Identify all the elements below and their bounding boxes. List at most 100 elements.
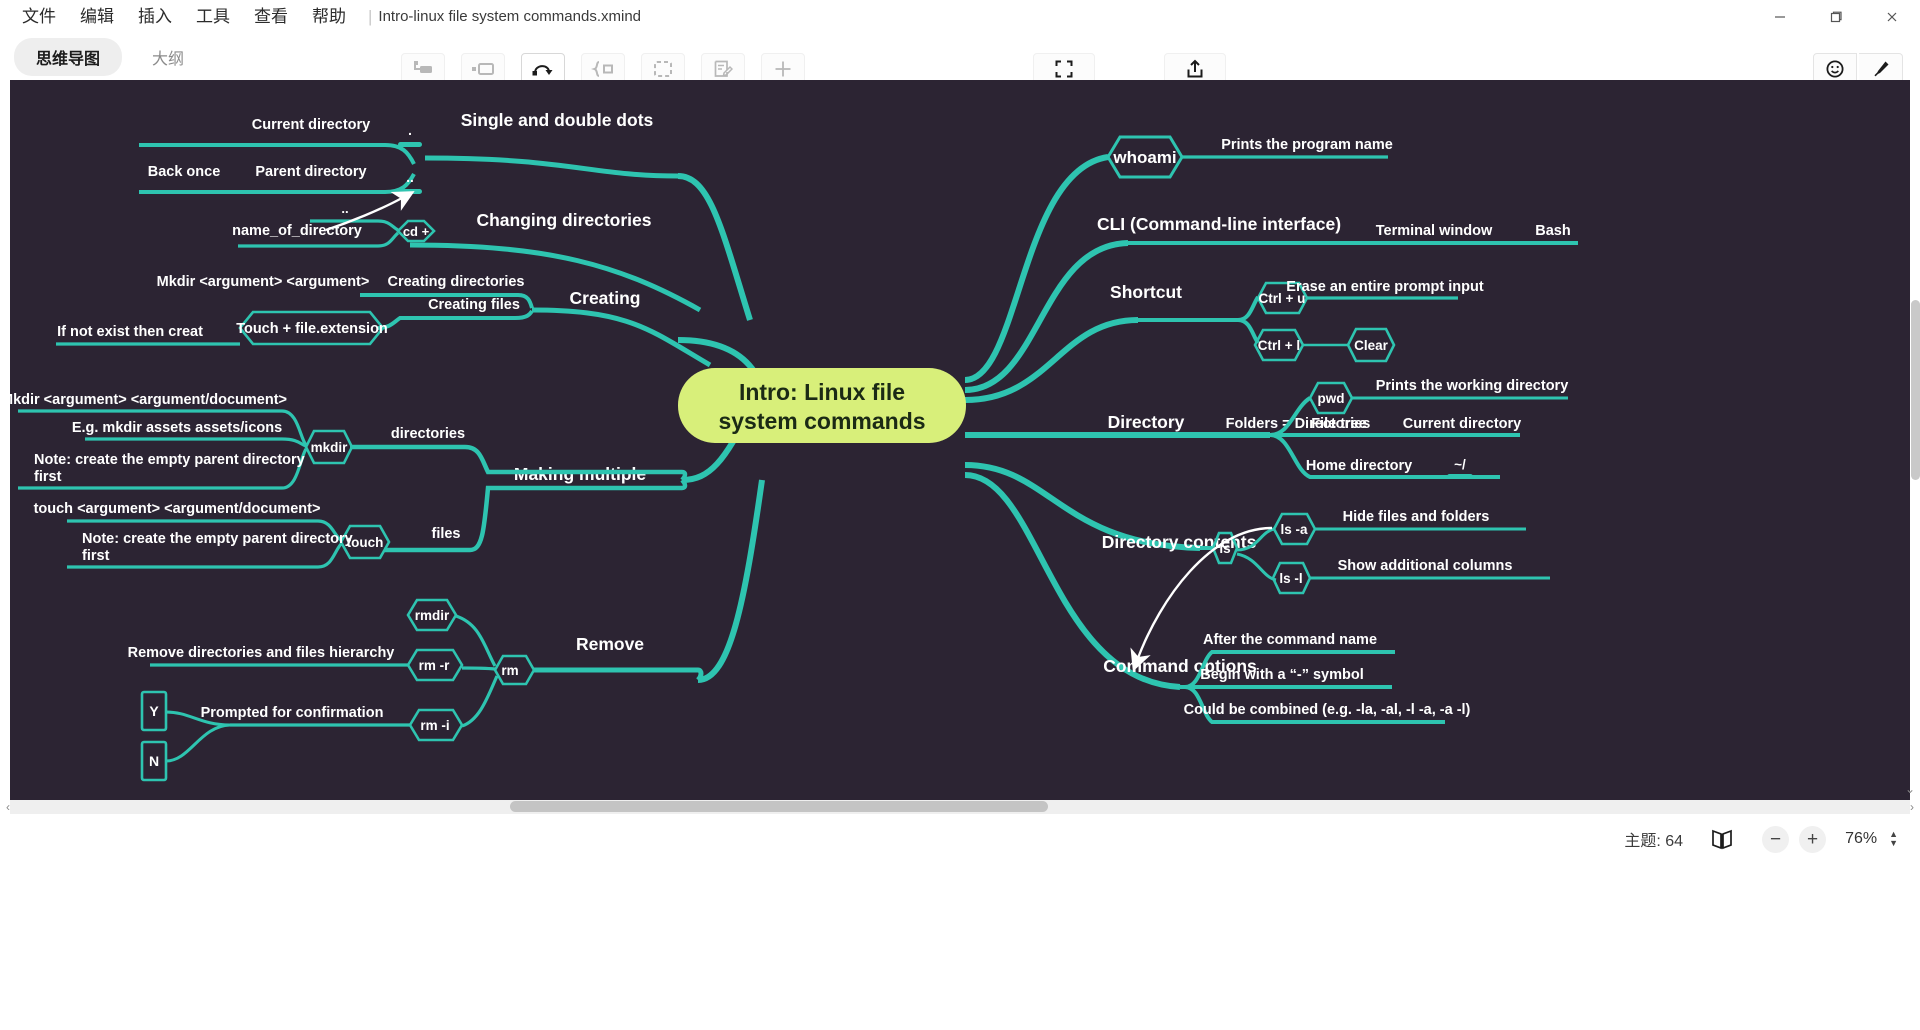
menu-help[interactable]: 帮助 bbox=[300, 0, 358, 33]
node-current-directory[interactable]: Current directory bbox=[252, 117, 370, 133]
node-cd-plus[interactable]: cd + bbox=[396, 219, 436, 243]
node-yes[interactable]: Y bbox=[140, 690, 168, 732]
node-rm-r[interactable]: rm -r bbox=[406, 648, 464, 682]
node-prints-program-name[interactable]: Prints the program name bbox=[1221, 137, 1393, 153]
zoom-stepper[interactable]: ▲ ▼ bbox=[1889, 830, 1898, 848]
node-mkdir-label: mkdir bbox=[311, 440, 349, 455]
horizontal-scrollbar-thumb[interactable] bbox=[510, 801, 1048, 812]
node-ctrl-l[interactable]: Ctrl + l bbox=[1253, 328, 1305, 362]
node-after-command-name[interactable]: After the command name bbox=[1203, 632, 1377, 648]
menu-tools[interactable]: 工具 bbox=[184, 0, 242, 33]
emoji-icon bbox=[1826, 60, 1844, 78]
notes-icon bbox=[714, 60, 733, 77]
node-creating-directories[interactable]: Creating directories bbox=[388, 274, 525, 290]
node-begin-with-dash[interactable]: Begin with a “-” symbol bbox=[1200, 667, 1364, 683]
node-tilde-slash-chip[interactable] bbox=[1447, 474, 1473, 479]
minimize-button[interactable] bbox=[1752, 0, 1808, 33]
node-rm-i-label: rm -i bbox=[420, 718, 449, 733]
node-clear[interactable]: Clear bbox=[1346, 327, 1396, 363]
node-mkdir-arg-doc[interactable]: Mkdir <argument> <argument/document> bbox=[10, 392, 287, 408]
node-mkdir-arg-arg[interactable]: Mkdir <argument> <argument> bbox=[157, 274, 370, 290]
node-current-directory-right[interactable]: Current directory bbox=[1403, 416, 1521, 432]
node-rm-r-label: rm -r bbox=[419, 658, 451, 673]
branch-label-single-and-double-dots[interactable]: Single and double dots bbox=[461, 110, 654, 130]
node-mkdir-example[interactable]: E.g. mkdir assets assets/icons bbox=[72, 420, 282, 436]
node-files[interactable]: files bbox=[431, 526, 460, 542]
menu-insert[interactable]: 插入 bbox=[126, 0, 184, 33]
node-rmdir-label: rmdir bbox=[415, 608, 450, 623]
branch-label-creating[interactable]: Creating bbox=[570, 288, 641, 308]
node-no[interactable]: N bbox=[140, 740, 168, 782]
boundary-icon bbox=[654, 61, 672, 77]
zoom-stepper-down[interactable]: ▼ bbox=[1889, 839, 1898, 848]
menu-edit[interactable]: 编辑 bbox=[68, 0, 126, 33]
node-dotdot-chip[interactable] bbox=[398, 189, 422, 194]
branch-label-remove[interactable]: Remove bbox=[576, 634, 644, 654]
node-dot-label: . bbox=[408, 123, 412, 138]
node-ls-l-label: ls -l bbox=[1279, 571, 1302, 586]
map-book-icon bbox=[1712, 829, 1732, 850]
branch-label-changing-directories[interactable]: Changing directories bbox=[476, 210, 651, 230]
node-mkdir-note[interactable]: Note: create the empty parent directory f… bbox=[34, 452, 305, 485]
map-mode-button[interactable] bbox=[1705, 824, 1739, 854]
menu-file[interactable]: 文件 bbox=[10, 0, 68, 33]
node-cd-dotdot-label[interactable]: .. bbox=[341, 201, 348, 216]
node-ls-l[interactable]: ls -l bbox=[1271, 561, 1312, 595]
node-remove-hierarchy[interactable]: Remove directories and files hierarchy bbox=[128, 645, 395, 661]
node-prompted-confirmation[interactable]: Prompted for confirmation bbox=[201, 705, 384, 721]
topic-icon bbox=[414, 61, 432, 73]
node-touch-file-extension[interactable]: Touch + file.extension bbox=[236, 310, 388, 346]
branch-remove-stem bbox=[697, 479, 765, 683]
central-topic-line2: system commands bbox=[718, 408, 925, 434]
node-if-not-exist-then-creat[interactable]: If not exist then creat bbox=[57, 324, 203, 340]
tab-outline[interactable]: 大纲 bbox=[130, 38, 206, 76]
branch-label-shortcut[interactable]: Shortcut bbox=[1110, 282, 1182, 302]
branch-single-dots bbox=[424, 155, 679, 179]
node-touch-note[interactable]: Note: create the empty parent directory f… bbox=[82, 531, 353, 564]
node-tilde-slash-label: ~/ bbox=[1454, 457, 1466, 472]
node-rm-label: rm bbox=[501, 663, 518, 678]
node-bash[interactable]: Bash bbox=[1535, 223, 1570, 239]
node-whoami-label: whoami bbox=[1112, 148, 1176, 167]
branch-label-cli[interactable]: CLI (Command-line interface) bbox=[1097, 214, 1341, 234]
node-ls-a[interactable]: ls -a bbox=[1272, 512, 1317, 546]
node-file-tree[interactable]: File tree bbox=[1311, 416, 1367, 432]
node-erase-prompt-input[interactable]: Erase an entire prompt input bbox=[1286, 279, 1484, 295]
node-home-directory[interactable]: Home directory bbox=[1306, 458, 1412, 474]
close-button[interactable] bbox=[1864, 0, 1920, 33]
node-rm[interactable]: rm bbox=[493, 654, 536, 686]
node-terminal-window[interactable]: Terminal window bbox=[1376, 223, 1493, 239]
branch-label-directory[interactable]: Directory bbox=[1108, 412, 1185, 432]
line-creating-files bbox=[377, 309, 534, 330]
node-could-be-combined[interactable]: Could be combined (e.g. -la, -al, -l -a,… bbox=[1184, 702, 1471, 718]
title-bar: 文件 编辑 插入 工具 查看 帮助 | Intro-linux file sys… bbox=[0, 0, 1920, 33]
node-dot-chip[interactable] bbox=[398, 142, 422, 147]
node-touch-arg-doc[interactable]: touch <argument> <argument/document> bbox=[34, 501, 321, 517]
node-mkdir[interactable]: mkdir bbox=[304, 429, 354, 465]
central-topic-line1: Intro: Linux file bbox=[739, 379, 905, 405]
mindmap-canvas[interactable]: . .. Current directory Parent directory … bbox=[10, 80, 1910, 800]
node-directories[interactable]: directories bbox=[391, 426, 465, 442]
vertical-scrollbar-thumb[interactable] bbox=[1911, 300, 1920, 480]
tab-mindmap[interactable]: 思维导图 bbox=[14, 38, 123, 76]
branch-single-dots-stem bbox=[677, 173, 753, 321]
node-creating-files[interactable]: Creating files bbox=[428, 297, 520, 313]
node-rm-i[interactable]: rm -i bbox=[408, 708, 464, 742]
subtopic-icon bbox=[472, 63, 494, 75]
node-back-once[interactable]: Back once bbox=[148, 164, 221, 180]
topic-count-label: 主题: 64 bbox=[1624, 833, 1684, 850]
node-parent-directory[interactable]: Parent directory bbox=[255, 164, 366, 180]
zoom-in-button[interactable]: + bbox=[1799, 825, 1827, 853]
node-rmdir[interactable]: rmdir bbox=[406, 598, 458, 632]
zoom-out-button[interactable]: − bbox=[1762, 825, 1790, 853]
node-whoami[interactable]: whoami bbox=[1106, 135, 1184, 179]
node-touch-file-extension-label: Touch + file.extension bbox=[236, 321, 388, 337]
node-show-additional-columns[interactable]: Show additional columns bbox=[1338, 558, 1513, 574]
node-pwd[interactable]: pwd bbox=[1308, 381, 1354, 415]
scroll-down-arrow[interactable]: ⌄ bbox=[1904, 782, 1916, 796]
menu-view[interactable]: 查看 bbox=[242, 0, 300, 33]
node-hide-files-and-folders[interactable]: Hide files and folders bbox=[1343, 509, 1490, 525]
central-topic[interactable]: Intro: Linux file system commands bbox=[678, 368, 966, 443]
maximize-button[interactable] bbox=[1808, 0, 1864, 33]
node-prints-working-directory[interactable]: Prints the working directory bbox=[1376, 378, 1569, 394]
